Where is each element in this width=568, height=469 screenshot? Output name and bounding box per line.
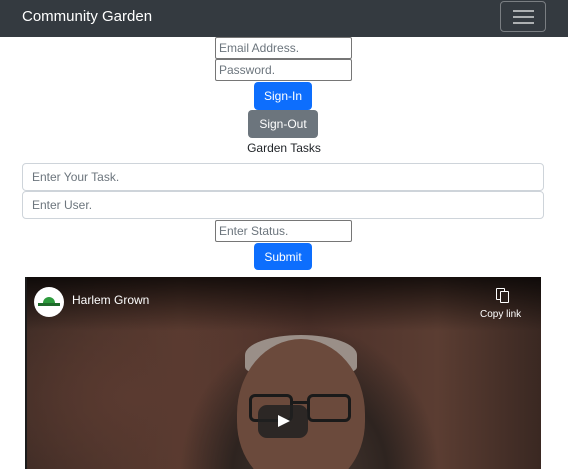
user-input[interactable] (22, 191, 544, 219)
video-title[interactable]: Harlem Grown (72, 293, 149, 307)
sign-in-button[interactable]: Sign-In (254, 82, 312, 110)
submit-button[interactable]: Submit (254, 243, 312, 270)
email-field[interactable] (215, 37, 352, 59)
status-input[interactable] (215, 220, 352, 242)
copy-link-label[interactable]: Copy link (480, 309, 521, 320)
navbar-toggler-button[interactable] (500, 1, 546, 32)
garden-tasks-heading: Garden Tasks (247, 141, 321, 155)
play-button[interactable] (258, 405, 308, 438)
video-embed[interactable]: Harlem Grown Copy link (25, 277, 541, 469)
navbar: Community Garden (0, 0, 568, 37)
navbar-brand[interactable]: Community Garden (22, 7, 152, 27)
channel-avatar[interactable] (34, 287, 64, 317)
sign-out-button[interactable]: Sign-Out (248, 110, 318, 138)
copy-icon[interactable] (496, 288, 510, 304)
password-field[interactable] (215, 59, 352, 81)
play-icon (278, 415, 290, 427)
task-input[interactable] (22, 163, 544, 191)
